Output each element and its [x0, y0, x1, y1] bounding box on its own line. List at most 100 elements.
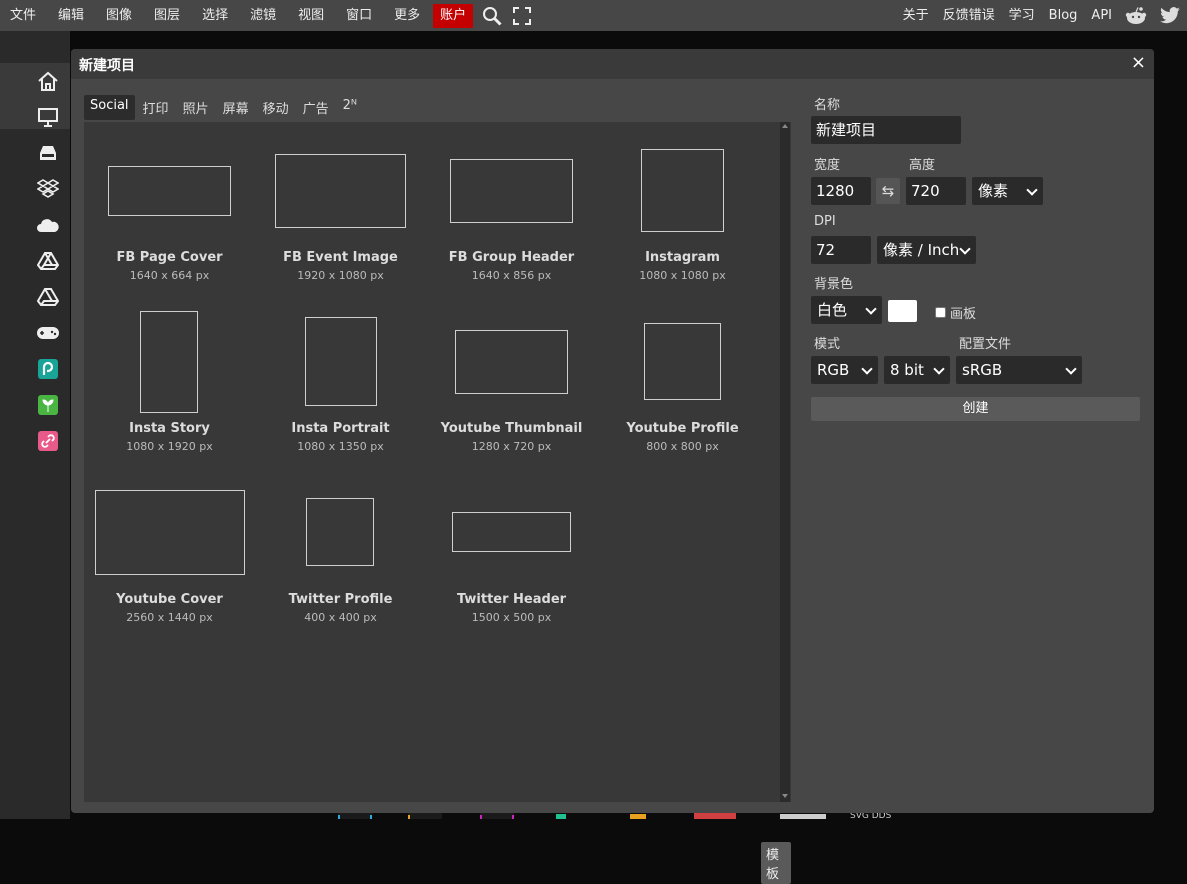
- menu-report-bug[interactable]: 反馈错误: [936, 0, 1002, 31]
- scroll-down-icon[interactable]: [782, 794, 788, 798]
- google-drive-icon[interactable]: [36, 249, 60, 273]
- menu-select[interactable]: 选择: [191, 0, 239, 31]
- template-thumbnail: [95, 490, 245, 575]
- template-size: 1080 x 1920 px: [126, 440, 213, 453]
- unit-select-value: 像素: [978, 182, 1009, 200]
- template-thumbnail: [641, 149, 724, 232]
- name-label: 名称: [814, 98, 841, 113]
- twitter-icon[interactable]: [1159, 5, 1181, 27]
- width-field[interactable]: 1280: [811, 177, 871, 205]
- template-youtube-thumbnail[interactable]: Youtube Thumbnail 1280 x 720 px: [426, 293, 597, 464]
- template-insta-portrait[interactable]: Insta Portrait 1080 x 1350 px: [255, 293, 426, 464]
- google-drive-alt-icon[interactable]: [36, 285, 60, 309]
- menu-blog[interactable]: Blog: [1042, 0, 1085, 31]
- template-thumbnail: [455, 330, 568, 394]
- search-icon[interactable]: [481, 5, 503, 27]
- template-name: Youtube Profile: [626, 421, 739, 436]
- templates-button[interactable]: 模板: [761, 842, 791, 884]
- bit-depth-select[interactable]: 8 bit: [884, 356, 950, 384]
- fullscreen-icon[interactable]: [511, 5, 533, 27]
- mode-select-value: RGB: [817, 361, 850, 379]
- template-fb-group-header[interactable]: FB Group Header 1640 x 856 px: [426, 122, 597, 293]
- profile-select[interactable]: sRGB: [956, 356, 1082, 384]
- tab-screen[interactable]: 屏幕: [217, 95, 255, 120]
- background-select[interactable]: 白色: [811, 296, 882, 324]
- menu-account[interactable]: 账户: [433, 3, 474, 28]
- reddit-icon[interactable]: [1125, 5, 1147, 27]
- background-label: 背景色: [814, 277, 854, 292]
- template-instagram[interactable]: Instagram 1080 x 1080 px: [597, 122, 768, 293]
- mode-select[interactable]: RGB: [811, 356, 878, 384]
- swap-dimensions-button[interactable]: ⇆: [876, 178, 900, 204]
- tab-mobile[interactable]: 移动: [257, 95, 295, 120]
- template-size: 1280 x 720 px: [471, 440, 552, 453]
- profile-label: 配置文件: [959, 337, 1012, 352]
- menu-file[interactable]: 文件: [0, 0, 47, 31]
- tab-ads[interactable]: 广告: [297, 95, 335, 120]
- scroll-up-icon[interactable]: [782, 124, 788, 128]
- tab-power-of-two[interactable]: 2ᴺ: [337, 95, 363, 120]
- menu-more[interactable]: 更多: [383, 0, 431, 31]
- menu-filter[interactable]: 滤镜: [239, 0, 287, 31]
- template-name: FB Page Cover: [116, 250, 223, 265]
- template-youtube-cover[interactable]: Youtube Cover 2560 x 1440 px: [84, 464, 255, 635]
- menu-view[interactable]: 视图: [287, 0, 335, 31]
- template-thumbnail: [108, 166, 231, 216]
- template-twitter-profile[interactable]: Twitter Profile 400 x 400 px: [255, 464, 426, 635]
- dpi-unit-select-value: 像素 / Inch: [883, 241, 960, 259]
- tab-social[interactable]: Social: [84, 95, 135, 120]
- name-field[interactable]: 新建项目: [811, 116, 961, 144]
- template-name: Twitter Header: [456, 592, 567, 607]
- canvas-checkbox-label: 画板: [950, 307, 977, 322]
- menu-layer[interactable]: 图层: [143, 0, 191, 31]
- storage-icon[interactable]: [36, 141, 60, 165]
- menu-api[interactable]: API: [1084, 0, 1119, 31]
- monitor-icon[interactable]: [36, 105, 60, 129]
- new-project-dialog: 新建项目 × Social 打印 照片 屏幕 移动 广告 2ᴺ FB Page …: [71, 49, 1154, 884]
- template-name: FB Event Image: [283, 250, 398, 265]
- background-color-swatch[interactable]: [888, 300, 917, 322]
- chevron-down-icon: [861, 363, 873, 375]
- create-button[interactable]: 创建: [811, 397, 1140, 421]
- templates-panel: FB Page Cover 1640 x 664 px FB Event Ima…: [84, 122, 791, 884]
- mode-label: 模式: [814, 337, 841, 352]
- template-size: 800 x 800 px: [646, 440, 719, 453]
- onedrive-icon[interactable]: [36, 213, 60, 237]
- tab-print[interactable]: 打印: [137, 95, 175, 120]
- template-size: 1640 x 856 px: [471, 269, 552, 282]
- template-fb-page-cover[interactable]: FB Page Cover 1640 x 664 px: [84, 122, 255, 293]
- gamepad-icon[interactable]: [36, 321, 60, 345]
- photopea-icon[interactable]: [36, 357, 60, 381]
- template-size: 400 x 400 px: [304, 611, 377, 624]
- dpi-field[interactable]: 72: [811, 236, 871, 264]
- dialog-header: 新建项目 ×: [71, 49, 1154, 79]
- height-field[interactable]: 720: [906, 177, 966, 205]
- menu-about[interactable]: 关于: [896, 0, 936, 31]
- menu-edit[interactable]: 编辑: [47, 0, 95, 31]
- template-name: Youtube Thumbnail: [440, 421, 583, 436]
- vectr-icon[interactable]: [36, 393, 60, 417]
- home-icon[interactable]: [36, 69, 60, 93]
- dpi-unit-select[interactable]: 像素 / Inch: [877, 236, 976, 264]
- template-name: FB Group Header: [448, 250, 575, 265]
- template-thumbnail: [644, 323, 721, 400]
- template-tabs: Social 打印 照片 屏幕 移动 广告 2ᴺ: [84, 95, 365, 120]
- tab-photo[interactable]: 照片: [177, 95, 215, 120]
- dropbox-icon[interactable]: [36, 177, 60, 201]
- template-twitter-header[interactable]: Twitter Header 1500 x 500 px: [426, 464, 597, 635]
- template-fb-event-image[interactable]: FB Event Image 1920 x 1080 px: [255, 122, 426, 293]
- menu-image[interactable]: 图像: [95, 0, 143, 31]
- menu-window[interactable]: 窗口: [335, 0, 383, 31]
- template-youtube-profile[interactable]: Youtube Profile 800 x 800 px: [597, 293, 768, 464]
- menu-learn[interactable]: 学习: [1002, 0, 1042, 31]
- canvas-checkbox[interactable]: [935, 307, 946, 318]
- template-size: 1080 x 1350 px: [297, 440, 384, 453]
- template-insta-story[interactable]: Insta Story 1080 x 1920 px: [84, 293, 255, 464]
- template-name: Insta Story: [129, 421, 210, 436]
- link-icon[interactable]: [36, 429, 60, 453]
- unit-select[interactable]: 像素: [972, 177, 1043, 205]
- templates-scrollbar[interactable]: [780, 122, 790, 802]
- close-icon[interactable]: ×: [1131, 53, 1146, 73]
- template-name: Youtube Cover: [116, 592, 223, 607]
- sidebar: [0, 31, 70, 819]
